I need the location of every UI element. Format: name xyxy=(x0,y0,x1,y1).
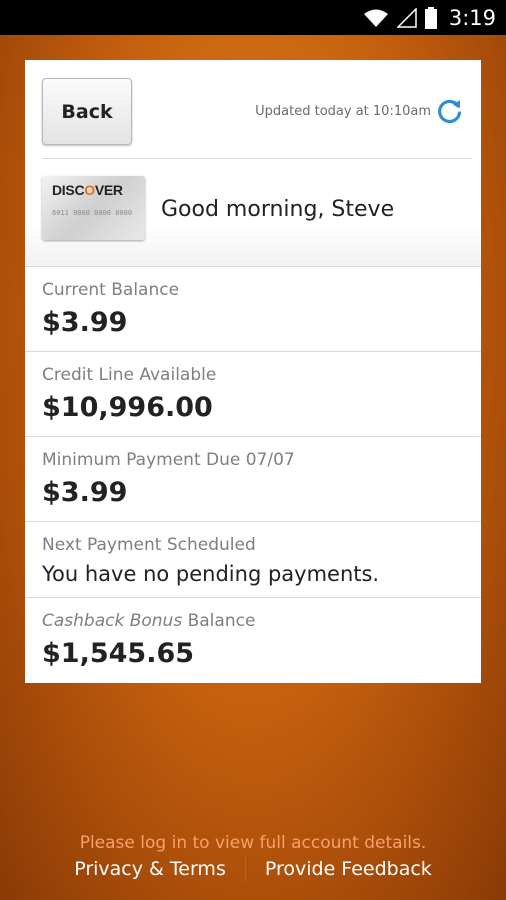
battery-icon xyxy=(424,6,437,29)
cashback-row: Cashback Bonus Balance $1,545.65 xyxy=(25,598,481,682)
credit-line-label: Credit Line Available xyxy=(42,365,217,385)
credit-line-row: Credit Line Available $10,996.00 xyxy=(25,352,481,437)
privacy-terms-link[interactable]: Privacy & Terms xyxy=(74,858,226,880)
cashback-label: Cashback Bonus Balance xyxy=(42,611,255,631)
status-bar: 3:19 xyxy=(0,0,506,35)
login-message: Please log in to view full account detai… xyxy=(79,833,427,853)
footer-separator xyxy=(244,856,246,882)
cashback-value: $1,545.65 xyxy=(42,638,195,669)
card-header: Back Updated today at 10:10am DISCOVER 6… xyxy=(25,60,481,267)
current-balance-value: $3.99 xyxy=(42,307,128,338)
cashback-label-rest: Balance xyxy=(182,611,256,631)
cashback-label-italic: Cashback Bonus xyxy=(42,611,183,631)
next-payment-label: Next Payment Scheduled xyxy=(42,535,256,555)
header-divider xyxy=(42,158,472,159)
refresh-icon[interactable] xyxy=(436,97,464,125)
footer-links: Privacy & Terms Provide Feedback xyxy=(0,856,506,882)
greeting: Good morning, Steve xyxy=(161,197,395,222)
minimum-payment-row: Minimum Payment Due 07/07 $3.99 xyxy=(25,437,481,522)
current-balance-row: Current Balance $3.99 xyxy=(25,267,481,352)
minimum-payment-value: $3.99 xyxy=(42,477,128,508)
provide-feedback-link[interactable]: Provide Feedback xyxy=(265,858,432,880)
discover-card-image: DISCOVER 6011 0000 0000 0000 xyxy=(42,176,145,240)
signal-icon xyxy=(396,7,417,28)
back-button[interactable]: Back xyxy=(42,78,132,145)
card-number: 6011 0000 0000 0000 xyxy=(52,209,133,217)
card-brand-logo: DISCOVER xyxy=(52,182,123,198)
next-payment-row: Next Payment Scheduled You have no pendi… xyxy=(25,522,481,598)
account-summary-card: Back Updated today at 10:10am DISCOVER 6… xyxy=(25,60,481,683)
next-payment-value: You have no pending payments. xyxy=(42,562,380,586)
credit-line-value: $10,996.00 xyxy=(42,392,213,423)
current-balance-label: Current Balance xyxy=(42,280,180,300)
clock: 3:19 xyxy=(448,5,496,30)
wifi-icon xyxy=(363,9,388,27)
updated-timestamp: Updated today at 10:10am xyxy=(255,104,431,119)
minimum-payment-label: Minimum Payment Due 07/07 xyxy=(42,450,295,470)
